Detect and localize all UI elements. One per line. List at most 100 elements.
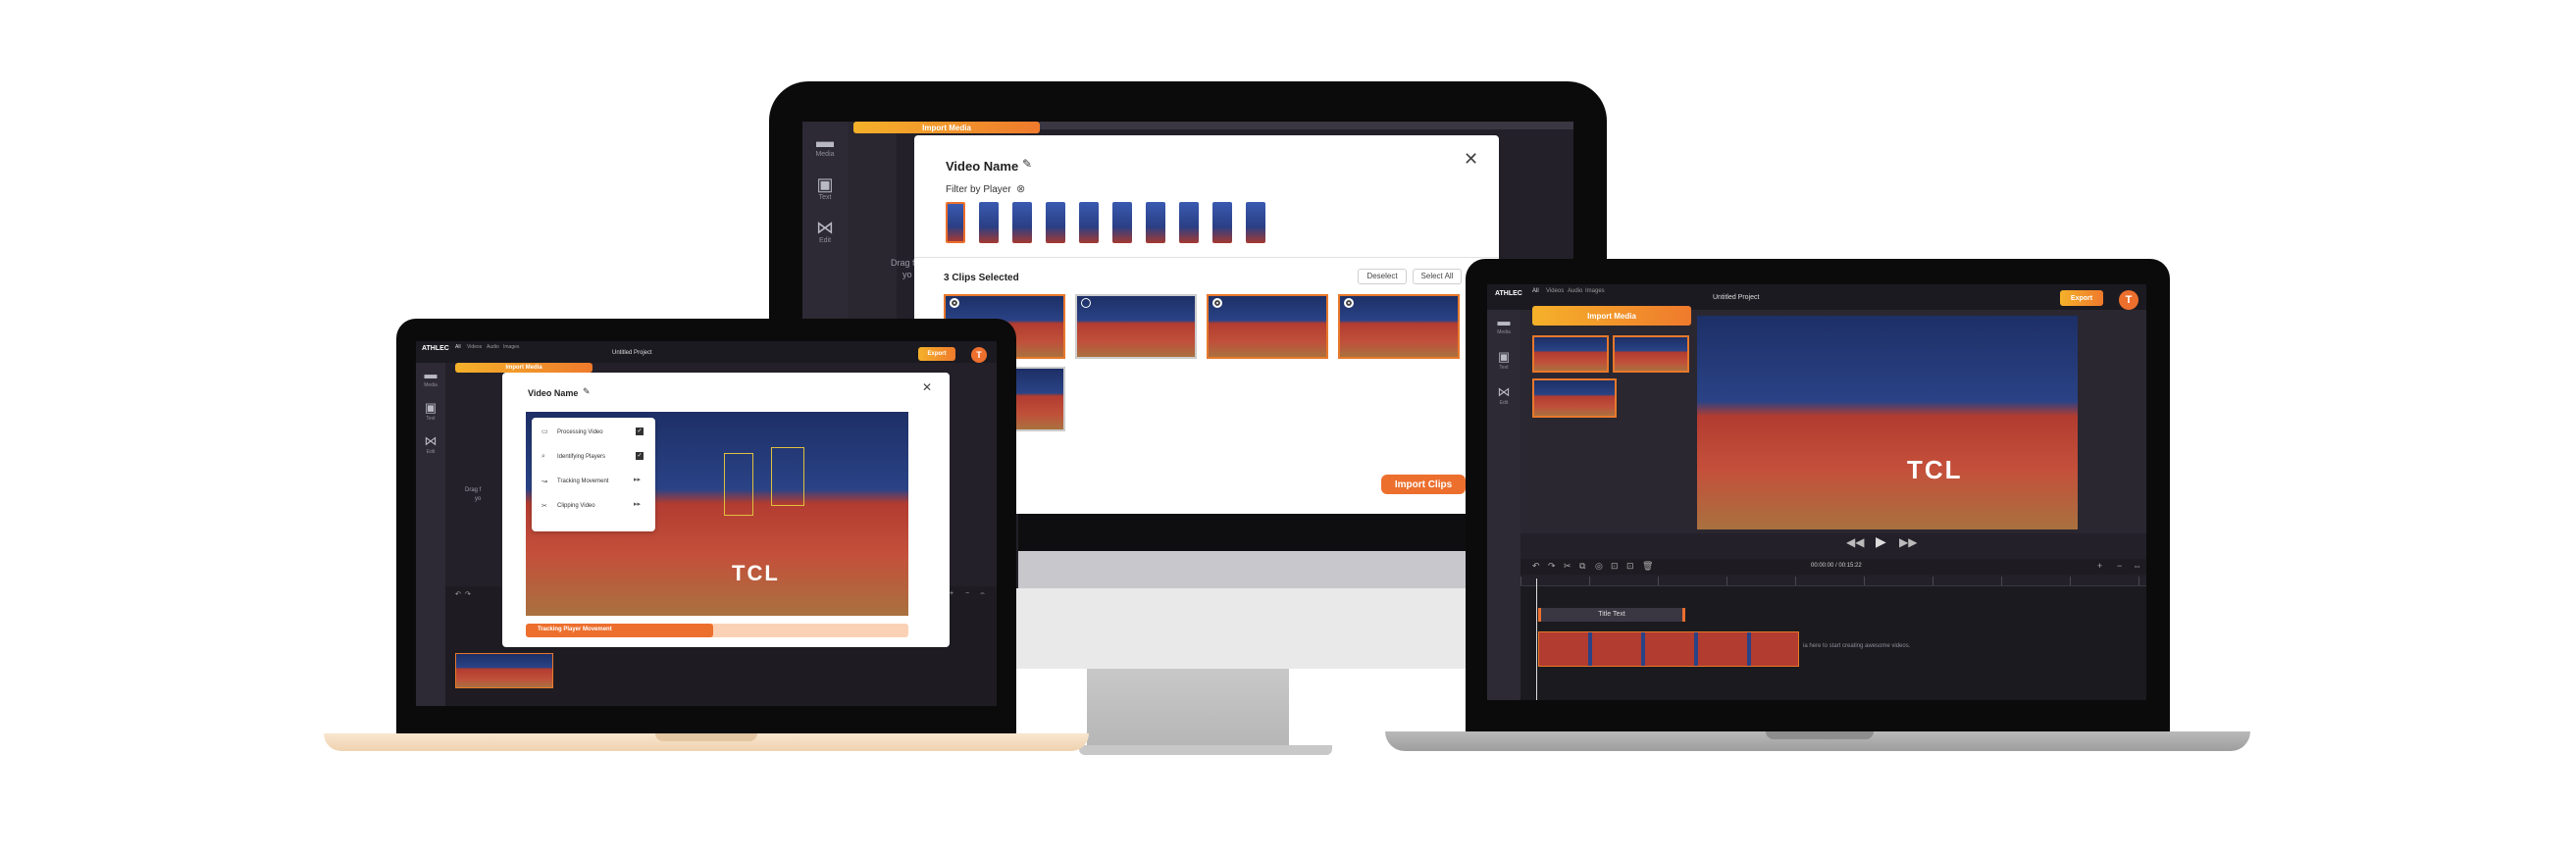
sidebar-item-media[interactable]: Media <box>802 151 848 158</box>
undo-icon[interactable]: ↶ <box>1532 561 1540 572</box>
delete-icon[interactable]: 🗑 <box>1642 561 1653 572</box>
timecode: 00:00:00 / 00:15:22 <box>1811 563 1862 569</box>
player-thumb[interactable] <box>1146 202 1165 243</box>
media-thumbnail[interactable] <box>1613 335 1689 373</box>
split-icon[interactable]: ✂ <box>1564 561 1571 572</box>
text-icon[interactable]: ▣ <box>1495 349 1513 365</box>
selected-radio-icon[interactable] <box>1212 298 1222 308</box>
video-track-clip[interactable] <box>1538 631 1799 667</box>
zoom-in-icon[interactable]: + <box>950 590 953 597</box>
tab-all[interactable]: All <box>455 344 461 350</box>
video-preview: TCL <box>1697 316 2078 529</box>
tab-audio[interactable]: Audio <box>1568 288 1582 294</box>
steps-panel: ▭ Processing Video ✓ ⌕ Identifying Playe… <box>532 418 655 531</box>
import-media-button[interactable]: Import Media <box>455 363 592 373</box>
player-thumb[interactable] <box>1012 202 1032 243</box>
zoom-in-icon[interactable]: + <box>2097 561 2102 571</box>
playhead[interactable] <box>1536 578 1537 700</box>
tab-all[interactable]: All <box>1532 288 1539 294</box>
media-thumbnail[interactable] <box>1532 335 1609 373</box>
timeline-clip[interactable] <box>455 653 553 688</box>
edit-pencil-icon[interactable]: ✎ <box>1022 157 1032 171</box>
sidebar-item-edit[interactable]: Edit <box>1487 400 1520 406</box>
timeline-ruler <box>1520 577 2146 586</box>
select-all-button[interactable]: Select All <box>1413 269 1462 284</box>
title-text-clip[interactable]: Title Text <box>1538 608 1685 622</box>
player-thumb[interactable] <box>1212 202 1232 243</box>
zoom-out-icon[interactable]: − <box>965 590 969 597</box>
sidebar-item-edit[interactable]: Edit <box>802 237 848 244</box>
tab-videos[interactable]: Videos <box>467 344 482 350</box>
folder-icon[interactable]: ▬ <box>814 131 836 152</box>
clip-thumbnail[interactable] <box>1207 294 1328 359</box>
sidebar-item-media[interactable]: Media <box>416 382 445 388</box>
loading-icon: ▸▸ <box>634 477 642 483</box>
player-thumb[interactable] <box>979 202 999 243</box>
filter-label: Filter by Player <box>946 184 1011 195</box>
text-icon[interactable]: ▣ <box>814 175 836 195</box>
fit-icon[interactable]: ⇔ <box>979 590 986 597</box>
loading-icon: ▸▸ <box>634 501 642 508</box>
monitor-stand-base <box>1079 745 1332 755</box>
zoom-out-icon[interactable]: − <box>2117 561 2122 571</box>
import-media-button[interactable]: Import Media <box>1532 306 1691 326</box>
player-thumb[interactable] <box>1179 202 1199 243</box>
layers-icon[interactable]: ⊡ <box>1626 561 1634 572</box>
sidebar-item-media[interactable]: Media <box>1487 329 1520 335</box>
edit-icon[interactable]: ⋈ <box>814 218 836 238</box>
edit-icon[interactable]: ⋈ <box>1495 384 1513 400</box>
player-thumb[interactable] <box>1079 202 1099 243</box>
clipping-video-icon: ✂ <box>541 503 547 510</box>
deselect-button[interactable]: Deselect <box>1358 269 1407 284</box>
close-icon[interactable]: ✕ <box>1464 149 1478 170</box>
player-thumb[interactable] <box>1046 202 1065 243</box>
export-button[interactable]: Export <box>2060 290 2103 306</box>
sidebar-item-text[interactable]: Text <box>416 416 445 422</box>
player-thumb[interactable] <box>946 202 965 243</box>
fit-icon[interactable]: ⇔ <box>2133 561 2141 571</box>
project-title: Untitled Project <box>612 350 652 356</box>
clear-filter-icon[interactable]: ⊗ <box>1016 182 1025 195</box>
drag-hint: Drag f yo <box>465 487 482 502</box>
avatar[interactable]: T <box>2119 290 2138 310</box>
export-button[interactable]: Export <box>918 347 955 361</box>
step-label: Clipping Video <box>557 503 595 509</box>
folder-icon[interactable]: ▬ <box>422 367 439 381</box>
player-thumb[interactable] <box>1112 202 1132 243</box>
unselected-radio-icon[interactable] <box>1081 298 1091 308</box>
tab-videos[interactable]: Videos <box>1546 288 1564 294</box>
right-laptop-notch <box>1766 731 1874 739</box>
selected-radio-icon[interactable] <box>950 298 959 308</box>
layers-icon[interactable]: ⊡ <box>1611 561 1619 572</box>
fast-forward-icon[interactable]: ▶▶ <box>1899 535 1917 549</box>
undo-icon[interactable]: ↶ <box>455 590 461 598</box>
sidebar-item-text[interactable]: Text <box>1487 365 1520 371</box>
import-media-button[interactable]: Import Media <box>853 122 1040 133</box>
rewind-icon[interactable]: ◀◀ <box>1846 535 1864 549</box>
import-clips-button[interactable]: Import Clips <box>1381 475 1466 494</box>
redo-icon[interactable]: ↷ <box>465 590 471 598</box>
top-bar <box>1040 122 1573 129</box>
sidebar-item-edit[interactable]: Edit <box>416 449 445 455</box>
tab-audio[interactable]: Audio <box>487 344 499 350</box>
settings-icon[interactable]: ◎ <box>1595 561 1603 572</box>
court-logo: TCL <box>732 561 780 585</box>
redo-icon[interactable]: ↷ <box>1548 561 1556 572</box>
clip-thumbnail[interactable] <box>1338 294 1460 359</box>
media-thumbnail[interactable] <box>1532 378 1617 418</box>
text-icon[interactable]: ▣ <box>422 400 439 416</box>
clip-thumbnail[interactable] <box>1075 294 1197 359</box>
edit-icon[interactable]: ⋈ <box>422 433 439 449</box>
step-label: Tracking Movement <box>557 478 609 484</box>
player-thumb[interactable] <box>1246 202 1265 243</box>
copy-icon[interactable]: ⧉ <box>1579 561 1585 572</box>
selected-radio-icon[interactable] <box>1344 298 1354 308</box>
tab-images[interactable]: Images <box>1585 288 1605 294</box>
avatar[interactable]: T <box>971 347 987 363</box>
folder-icon[interactable]: ▬ <box>1495 314 1513 328</box>
sidebar-item-text[interactable]: Text <box>802 194 848 201</box>
play-icon[interactable]: ▶ <box>1876 533 1886 550</box>
edit-pencil-icon[interactable]: ✎ <box>583 386 591 397</box>
close-icon[interactable]: ✕ <box>922 380 932 394</box>
tab-images[interactable]: Images <box>503 344 519 350</box>
